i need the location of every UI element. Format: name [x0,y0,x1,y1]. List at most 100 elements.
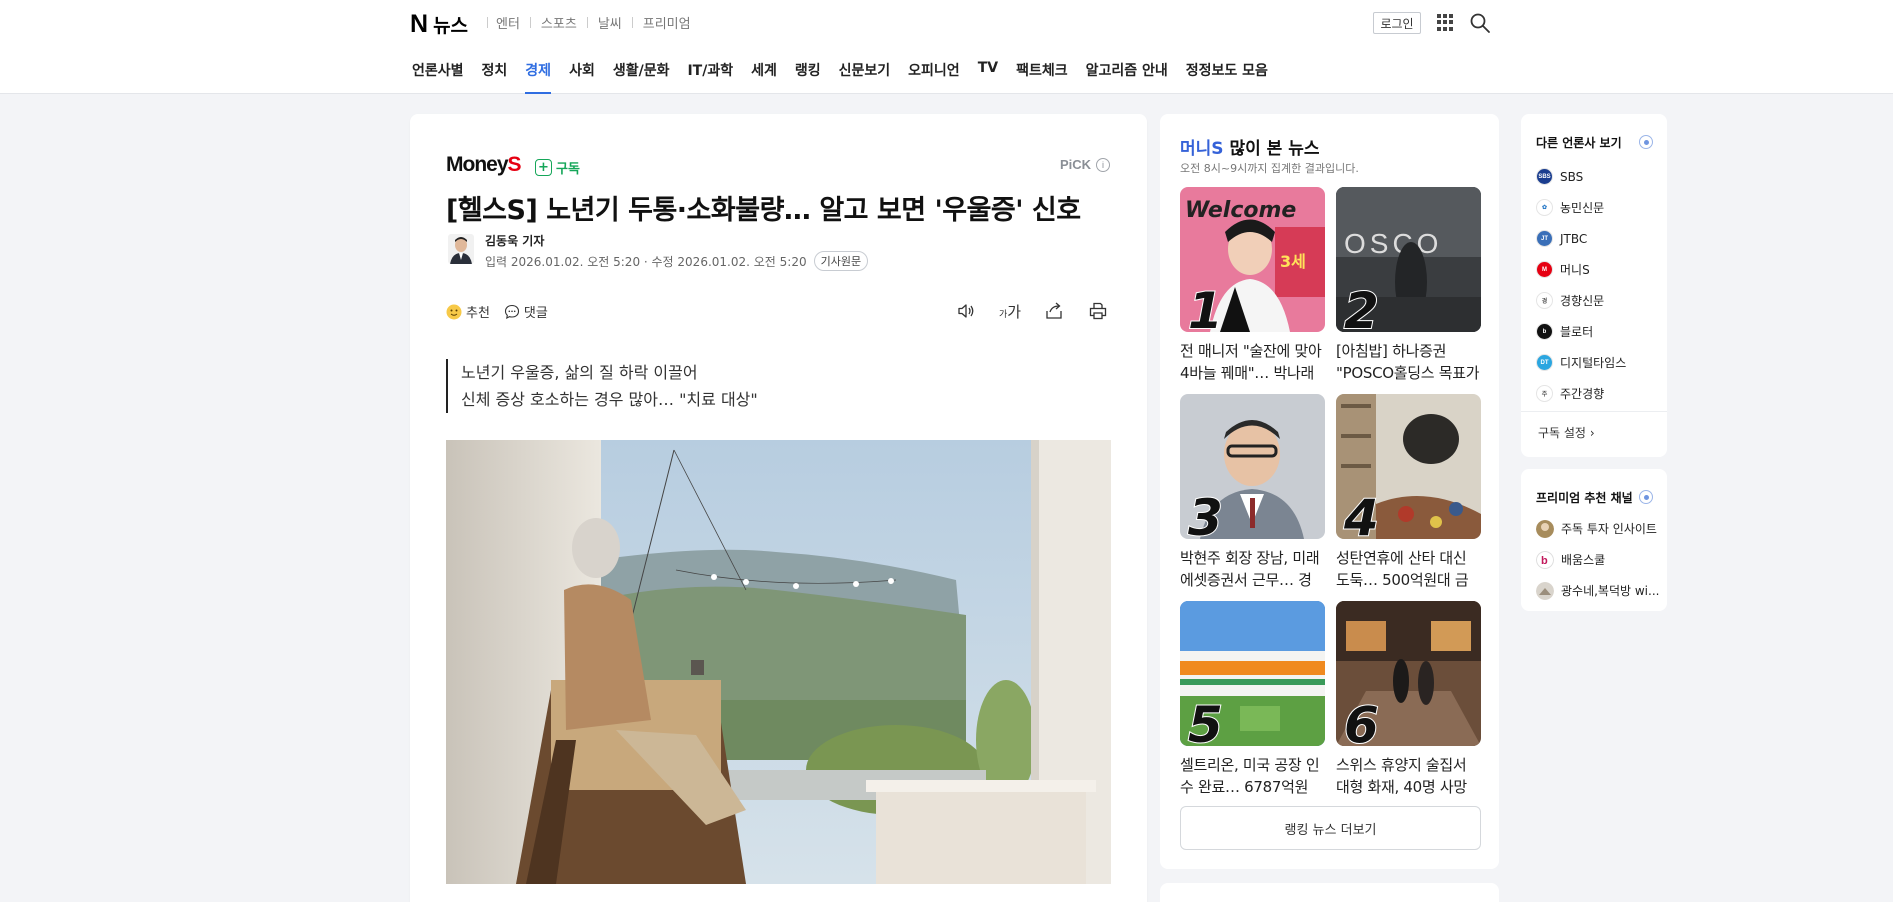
press-name: 농민신문 [1560,201,1605,215]
ranking-subtitle: 오전 8시~9시까지 집계한 결과입니다. [1180,162,1359,175]
channel-name: 주독 투자 인사이트 [1561,522,1657,536]
top-link-sports[interactable]: 스포츠 [541,13,577,32]
next-card [1160,883,1499,902]
press-item-sbs[interactable]: SBS SBS [1536,161,1626,192]
press-item-moneys[interactable]: M 머니S [1536,254,1626,285]
nav-item-economy[interactable]: 경제 [525,60,551,94]
refresh-icon[interactable] [1639,490,1653,504]
font-size-icon[interactable]: 가가 [999,300,1021,322]
top-link-premium[interactable]: 프리미엄 [643,13,691,32]
channel-avatar [1536,519,1554,538]
news-logo-text[interactable]: 뉴스 [433,11,468,38]
press-item-jtbc[interactable]: JT JTBC [1536,223,1626,254]
nav-item-society[interactable]: 사회 [569,60,595,94]
ranking-more-button[interactable]: 랭킹 뉴스 더보기 [1180,806,1481,850]
nav-item-world[interactable]: 세계 [751,60,777,94]
publish-dates: 입력 2026.01.02. 오전 5:20 · 수정 2026.01.02. … [485,254,807,269]
ranking-headline[interactable]: [아침밥] 하나증권 "POSCO홀딩스 목표가 상향" [1336,340,1481,384]
sbs-logo-icon: SBS [1536,168,1553,185]
reporter-name[interactable]: 김동욱 기자 [485,232,544,249]
dt-logo-icon: DT [1536,354,1553,371]
press-logo[interactable]: MoneyS [446,153,522,177]
ranking-thumbnail[interactable]: 5 [1180,601,1325,746]
ranking-thumbnail[interactable]: 3 [1180,394,1325,539]
nav-item-politics[interactable]: 정치 [482,60,508,94]
ranking-headline[interactable]: 전 매니저 "술잔에 맞아 4바늘 꿰매"… 박나래 측 "사실무근" [1180,340,1325,384]
ranking-thumbnail[interactable]: OSCO 2 [1336,187,1481,332]
info-icon[interactable]: i [1096,157,1110,172]
divider [1521,411,1667,412]
ranking-item[interactable]: 5 셀트리온, 미국 공장 인수 완료… 6787억원 규모 [1180,601,1325,797]
ranking-item[interactable]: 3세 Welcome 1 전 매니저 "술잔에 맞아 4바늘 꿰매"… 박나래 측… [1180,187,1325,383]
ranking-title[interactable]: 머니S 많이 본 뉴스 [1180,134,1320,159]
other-press-title: 다른 언론사 보기 [1536,136,1622,150]
ranking-thumbnail[interactable]: 3세 Welcome 1 [1180,187,1325,332]
top-link-enter[interactable]: 엔터 [496,13,520,32]
nav-item-factcheck[interactable]: 팩트체크 [1016,60,1068,94]
ranking-headline[interactable]: 성탄연휴에 산타 대신 도둑… 500억원대 금고 털려 [1336,547,1481,591]
press-item-khan[interactable]: 경 경향신문 [1536,285,1626,316]
top-links: 엔터 스포츠 날씨 프리미엄 [487,13,691,32]
nav-item-newspaper[interactable]: 신문보기 [839,60,891,94]
premium-item[interactable]: 광수네,복덕방 wi... [1536,575,1659,606]
press-item-nongmin[interactable]: ✿ 농민신문 [1536,192,1626,223]
ranking-thumbnail[interactable]: 6 [1336,601,1481,746]
comment-icon [504,304,519,319]
rank-number: 4 [1343,488,1380,539]
press-name: 블로터 [1560,325,1594,339]
press-name: 머니S [1560,263,1590,277]
subscribe-label: 구독 [556,162,580,177]
speaker-icon[interactable] [955,300,977,322]
nav-item-ranking[interactable]: 랭킹 [795,60,821,94]
press-item-bloter[interactable]: b 블로터 [1536,316,1626,347]
original-article-button[interactable]: 기사원문 [813,251,869,271]
nav-item-tv[interactable]: TV [978,60,998,94]
login-button[interactable]: 로그인 [1373,12,1421,34]
premium-item[interactable]: 주독 투자 인사이트 [1536,513,1659,544]
naver-logo-letter[interactable]: N [410,10,428,39]
nav-item-corrections[interactable]: 정정보도 모음 [1186,60,1268,94]
ranking-headline[interactable]: 스위스 휴양지 술집서 대형 화재, 40명 사망 [1336,754,1481,798]
pick-badge[interactable]: PiCK i [1060,157,1110,172]
ranking-item[interactable]: OSCO 2 [아침밥] 하나증권 "POSCO홀딩스 목표가 상향" [1336,187,1481,383]
nav-item-opinion[interactable]: 오피니언 [908,60,960,94]
nav-item-press[interactable]: 언론사별 [412,60,464,94]
press-item-weekly-khan[interactable]: 주 주간경향 [1536,378,1626,409]
ranking-item[interactable]: 3 박현주 회장 장남, 미래에셋증권서 근무… 경영수업 [1180,394,1325,590]
ranking-item[interactable]: 4 성탄연휴에 산타 대신 도둑… 500억원대 금고 털려 [1336,394,1481,590]
ranking-grid: 3세 Welcome 1 전 매니저 "술잔에 맞아 4바늘 꿰매"… 박나래 측… [1180,187,1481,797]
nav-item-it-science[interactable]: IT/과학 [687,60,733,94]
top-link-weather[interactable]: 날씨 [598,13,622,32]
subscribe-setting-link[interactable]: 구독 설정 › [1538,424,1595,441]
reporter-avatar[interactable] [448,234,474,264]
search-icon[interactable] [1469,12,1491,34]
bloter-logo-icon: b [1536,323,1553,340]
print-icon[interactable] [1087,300,1109,322]
apps-grid-icon[interactable] [1437,14,1454,31]
summary-line: 노년기 우울증, 삶의 질 하락 이끌어 [461,363,698,382]
premium-item[interactable]: b 배움스쿨 [1536,544,1659,575]
share-icon[interactable] [1043,300,1065,322]
press-list: SBS SBS ✿ 농민신문 JT JTBC M 머니S 경 경향신문 b 블로… [1536,161,1626,409]
naver-news-logo[interactable]: N 뉴스 [410,10,468,39]
subscribe-button[interactable]: + 구독 [535,158,580,177]
rank-number: 1 [1187,281,1224,332]
jtbc-logo-icon: JT [1536,230,1553,247]
like-button[interactable]: 추천 [446,302,490,321]
article-photo[interactable] [446,440,1111,884]
nav-item-life-culture[interactable]: 생활/문화 [613,60,670,94]
press-item-dt[interactable]: DT 디지털타임스 [1536,347,1626,378]
comment-button[interactable]: 댓글 [504,302,548,321]
svg-text:OSCO: OSCO [1344,228,1442,259]
ranking-item[interactable]: 6 스위스 휴양지 술집서 대형 화재, 40명 사망 [1336,601,1481,797]
refresh-icon[interactable] [1639,135,1653,149]
ranking-headline[interactable]: 박현주 회장 장남, 미래에셋증권서 근무… 경영수업 [1180,547,1325,591]
article-title: [헬스S] 노년기 두통·소화불량… 알고 보면 '우울증' 신호 [446,195,1081,226]
rank-number: 2 [1343,281,1380,332]
ranking-thumbnail[interactable]: 4 [1336,394,1481,539]
channel-name: 배움스쿨 [1561,553,1606,567]
nav-item-algorithm[interactable]: 알고리즘 안내 [1086,60,1168,94]
ranking-headline[interactable]: 셀트리온, 미국 공장 인수 완료… 6787억원 규모 [1180,754,1325,798]
rank-number: 5 [1187,695,1224,746]
svg-text:Welcome: Welcome [1185,198,1296,223]
